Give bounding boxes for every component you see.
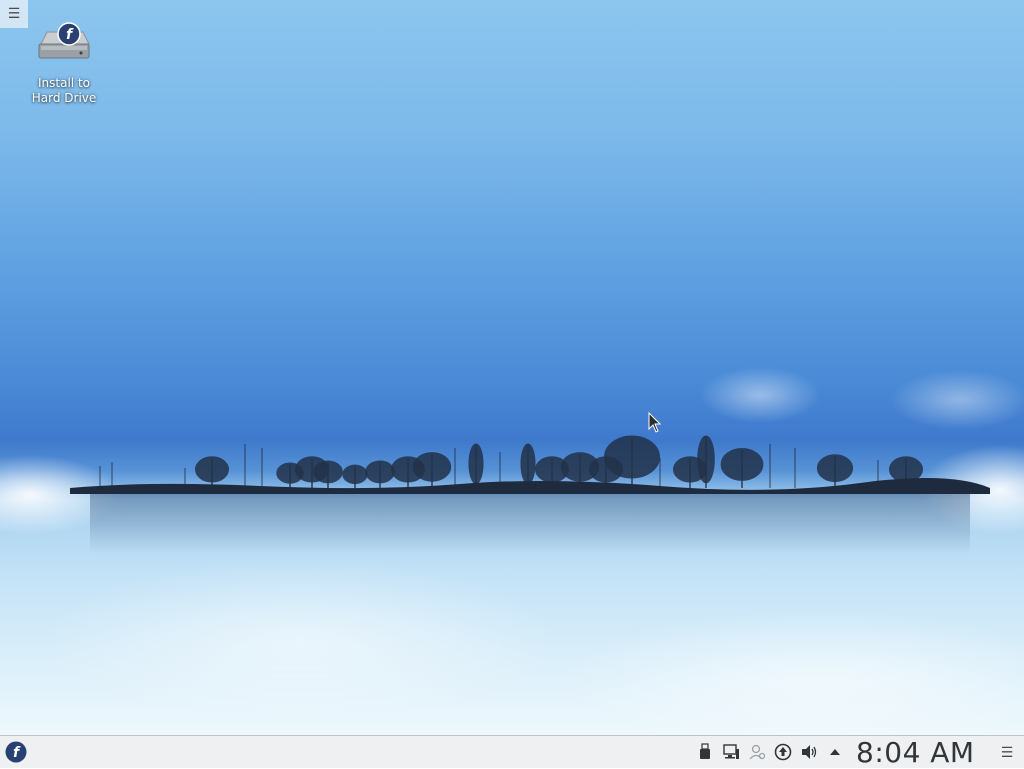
network-monitor-icon[interactable] <box>722 743 740 761</box>
fedora-logo-icon: f <box>5 741 27 763</box>
desktop-icon-label: Install to Hard Drive <box>31 76 97 105</box>
application-launcher-button[interactable]: f <box>4 740 28 764</box>
usb-device-notifier-icon[interactable] <box>696 743 714 761</box>
wallpaper-landscape <box>0 367 1024 735</box>
mouse-cursor-icon <box>648 411 662 433</box>
show-hidden-icons-arrow-icon[interactable] <box>826 743 844 761</box>
panel-options-icon: ☰ <box>1000 745 1014 761</box>
taskbar-panel: f 8:04 AM ☰ <box>0 735 1024 769</box>
fedora-hard-drive-icon: f <box>38 22 90 59</box>
user-switcher-icon[interactable] <box>748 743 766 761</box>
desktop-wallpaper: ☰ f Install to Hard Drive <box>0 0 1024 735</box>
volume-icon[interactable] <box>800 743 818 761</box>
software-updates-icon[interactable] <box>774 743 792 761</box>
desktop-icon-install-to-hard-drive[interactable]: f Install to Hard Drive <box>18 22 110 126</box>
digital-clock[interactable]: 8:04 AM <box>856 736 975 769</box>
panel-options-button[interactable]: ☰ <box>998 744 1016 762</box>
hamburger-menu-icon: ☰ <box>7 6 21 22</box>
